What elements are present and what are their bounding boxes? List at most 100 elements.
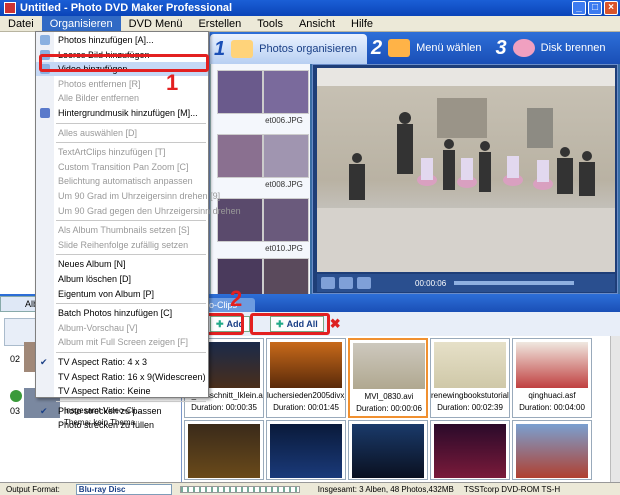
- menu-item[interactable]: Photos hinzufügen [A]...: [36, 33, 208, 47]
- menu-erstellen[interactable]: Erstellen: [190, 16, 249, 32]
- menu-dvd-menu[interactable]: DVD Menü: [121, 16, 191, 32]
- menu-item: Album-Vorschau [V]: [58, 322, 138, 333]
- play-album-icon[interactable]: [10, 390, 22, 402]
- step-tabs: 1 Photos organisieren 2 Menü wählen 3 Di…: [210, 32, 620, 64]
- clip-toolbar: ✚ Add ✚ Add All ✖: [182, 312, 620, 336]
- music-icon: [40, 108, 50, 118]
- clip-card[interactable]: [512, 420, 592, 480]
- clip-card[interactable]: [348, 420, 428, 480]
- menu-item[interactable]: Neues Album [N]: [36, 257, 208, 271]
- menu-item: Custom Transition Pan Zoom [C]: [58, 161, 189, 172]
- menu-separator: [56, 254, 206, 256]
- menu-item: Um 90 Grad gegen den Uhrzeigersinn drehe…: [58, 205, 241, 216]
- status-bar: Output Format: Blu-ray Disc Insgesamt: 3…: [0, 482, 620, 495]
- video-controls: 00:00:06: [317, 274, 615, 292]
- menu-item[interactable]: TV Aspect Ratio: Keine: [36, 384, 208, 398]
- play-icon[interactable]: [321, 277, 335, 289]
- menu-hilfe[interactable]: Hilfe: [343, 16, 381, 32]
- menu-separator: [56, 303, 206, 305]
- video-seek-bar[interactable]: [454, 281, 575, 285]
- menu-separator: [56, 352, 206, 353]
- menu-item: TextArtClips hinzufügen [T]: [58, 147, 166, 158]
- photo-thumb[interactable]: [263, 134, 309, 178]
- clip-card[interactable]: qinghuaci.asf Duration: 00:04:00: [512, 338, 592, 418]
- video-time: 00:00:06: [415, 278, 447, 288]
- video-clip-gallery[interactable]: ..._Ausschnitt_Iklein.avi Duration: 00:0…: [182, 336, 612, 482]
- video-hinzufuegen-highlight-box: [39, 54, 209, 72]
- menu-tools[interactable]: Tools: [249, 16, 291, 32]
- title-bar: Untitled - Photo DVD Maker Professional …: [0, 0, 620, 16]
- clip-card[interactable]: [430, 420, 510, 480]
- menu-item[interactable]: Photo strecken zu füllen: [36, 418, 208, 432]
- menu-separator: [56, 122, 206, 124]
- menu-organisieren[interactable]: Organisieren: [41, 15, 121, 32]
- album-number: 03: [10, 406, 21, 416]
- menu-ansicht[interactable]: Ansicht: [291, 16, 343, 32]
- menu-separator: [56, 142, 206, 144]
- output-format-label: Output Format:: [6, 484, 60, 494]
- stop-icon[interactable]: [357, 277, 371, 289]
- menu-icon: [388, 39, 411, 57]
- add-highlight-box: [206, 313, 244, 335]
- photo-thumb[interactable]: [263, 70, 309, 114]
- menu-item: Slide Reihenfolge zufällig setzen: [58, 239, 189, 250]
- app-icon: [4, 2, 16, 14]
- clip-thumb: [434, 342, 506, 388]
- menu-item: Photos entfernen [R]: [58, 78, 141, 89]
- dance-scene-image: [317, 68, 615, 272]
- maximize-button[interactable]: □: [588, 1, 602, 15]
- step-disk-brennen[interactable]: 3 Disk brennen: [492, 35, 616, 61]
- clip-card[interactable]: [266, 420, 346, 480]
- menu-item: Belichtung automatisch anpassen: [58, 176, 193, 187]
- photos-icon: [231, 40, 254, 58]
- annotation-one: 1: [166, 70, 179, 95]
- drive-info: TSSTcorp DVD-ROM TS-H353E: [463, 484, 560, 494]
- pause-icon[interactable]: [339, 277, 353, 289]
- window-title: Untitled - Photo DVD Maker Professional: [20, 2, 233, 14]
- photo-thumb[interactable]: [217, 134, 263, 178]
- annotation-two: 2: [230, 286, 243, 311]
- photo-thumbnails-pane[interactable]: et006.JPG et008.JPG et010.JPG: [210, 64, 310, 302]
- menu-bar: Datei Organisieren DVD Menü Erstellen To…: [0, 15, 620, 32]
- video-preview-pane: 00:00:06: [312, 64, 618, 294]
- minimize-button[interactable]: _: [572, 1, 586, 15]
- disc-icon: [512, 39, 535, 57]
- summary-info: Insgesamt: 3 Alben, 48 Photos,432MB: [317, 484, 454, 494]
- capacity-bar: [179, 485, 300, 493]
- menu-item: Als Album Thumbnails setzen [S]: [58, 225, 190, 236]
- step-photos-organisieren[interactable]: 1 Photos organisieren: [210, 34, 367, 64]
- menu-datei[interactable]: Datei: [0, 16, 42, 32]
- menu-separator: [56, 400, 206, 402]
- gallery-scrollbar[interactable]: [610, 336, 620, 482]
- photo-thumb[interactable]: [217, 70, 263, 114]
- delete-icon[interactable]: ✖: [330, 316, 341, 332]
- menu-item: Um 90 Grad im Uhrzeigersinn drehen [9]: [58, 191, 221, 201]
- clip-thumb: [353, 343, 425, 389]
- add-all-highlight-box: [250, 313, 330, 335]
- clip-thumb: [516, 342, 588, 388]
- check-icon: ✔: [40, 357, 48, 367]
- clip-card-selected[interactable]: MVI_0830.avi Duration: 00:00:06: [348, 338, 428, 418]
- photo-icon: [40, 35, 50, 45]
- photo-thumb[interactable]: [263, 198, 309, 242]
- menu-item[interactable]: TV Aspect Ratio: 16 x 9(Widescreen): [36, 370, 208, 384]
- menu-item[interactable]: ✔ Photo strecken zu passen: [36, 404, 208, 418]
- clip-card[interactable]: luchersieden2005divx_hq... Duration: 00:…: [266, 338, 346, 418]
- menu-item: Alles auswählen [D]: [58, 127, 138, 138]
- menu-separator: [56, 220, 206, 222]
- menu-item[interactable]: Eigentum von Album [P]: [36, 287, 208, 301]
- step-menu-waehlen[interactable]: 2 Menü wählen: [367, 35, 492, 61]
- album-number: 02: [10, 354, 21, 364]
- menu-item[interactable]: Hintergrundmusik hinzufügen [M]...: [36, 106, 208, 120]
- check-icon: ✔: [40, 405, 48, 416]
- clip-card[interactable]: renewingbookstutorial.avi Duration: 00:0…: [430, 338, 510, 418]
- organisieren-menu: Photos hinzufügen [A]... Leeres Bild hinz…: [35, 31, 241, 430]
- menu-item: Alle Bilder entfernen: [58, 93, 140, 104]
- menu-item[interactable]: Album löschen [D]: [36, 272, 208, 286]
- output-format-select[interactable]: Blu-ray Disc: [75, 483, 172, 495]
- video-frame: [317, 68, 615, 272]
- menu-item: Album mit Full Screen zeigen [F]: [58, 337, 189, 348]
- close-button[interactable]: ×: [604, 1, 618, 15]
- menu-item[interactable]: Batch Photos hinzufügen [C]: [36, 306, 208, 320]
- menu-item[interactable]: ✔ TV Aspect Ratio: 4 x 3: [36, 355, 208, 369]
